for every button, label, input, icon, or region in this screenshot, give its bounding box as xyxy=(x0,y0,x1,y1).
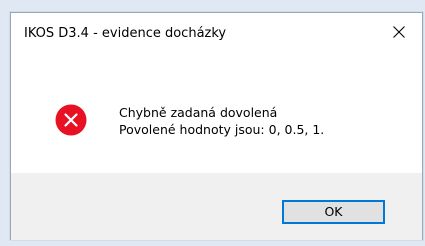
error-message-line-1: Chybně zadaná dovolená xyxy=(119,105,278,120)
error-message-line-2: Povolené hodnoty jsou: 0, 0.5, 1. xyxy=(119,122,325,137)
close-icon xyxy=(393,26,405,38)
error-message: Chybně zadaná dovolená Povolené hodnoty … xyxy=(119,104,324,138)
message-box-window: IKOS D3.4 - evidence docházky Chybně zad… xyxy=(10,12,423,240)
message-content: Chybně zadaná dovolená Povolené hodnoty … xyxy=(11,51,422,173)
window-title: IKOS D3.4 - evidence docházky xyxy=(24,26,227,41)
error-icon xyxy=(55,104,87,136)
ok-button-label: OK xyxy=(324,204,343,219)
title-bar[interactable]: IKOS D3.4 - evidence docházky xyxy=(11,13,422,51)
close-button[interactable] xyxy=(376,13,422,51)
ok-button[interactable]: OK xyxy=(282,200,385,224)
button-area: OK xyxy=(11,173,422,240)
